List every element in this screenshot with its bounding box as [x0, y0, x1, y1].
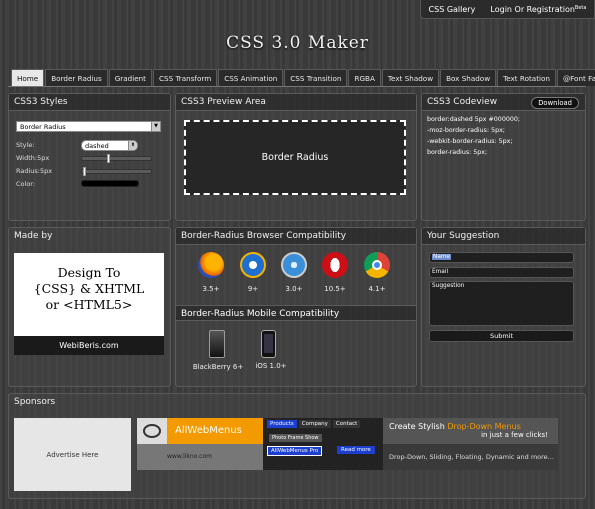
- tab-css-animation[interactable]: CSS Animation: [218, 69, 284, 86]
- tab-box-shadow[interactable]: Box Shadow: [440, 69, 497, 86]
- blackberry-icon: [209, 330, 225, 358]
- safari-version: 3.0+: [285, 285, 303, 293]
- advertise-here-slot[interactable]: Advertise Here: [14, 418, 131, 491]
- email-field[interactable]: Email: [429, 267, 574, 278]
- compat-panel: Border-Radius Browser Compatibility 3.5+…: [175, 227, 417, 387]
- opera-icon: [322, 252, 348, 278]
- iphone-icon: [261, 330, 276, 358]
- tab-gradient[interactable]: Gradient: [108, 69, 153, 86]
- width-slider-handle[interactable]: [107, 154, 111, 163]
- banner-menu-item: Photo Frame Show: [269, 434, 322, 442]
- code-line: border-radius: 5px;: [427, 149, 488, 156]
- download-button[interactable]: Download: [531, 97, 579, 109]
- tab-font-face[interactable]: @Font Face: [556, 69, 595, 86]
- ios-version: iOS 1.0+: [255, 362, 287, 370]
- firefox-icon: [198, 252, 224, 278]
- suggestion-field[interactable]: Suggestion: [429, 281, 574, 326]
- allwebmenus-banner[interactable]: AllWebMenus Products Company Contact Pho…: [137, 418, 558, 470]
- tab-css-transform[interactable]: CSS Transform: [153, 69, 218, 86]
- tab-home[interactable]: Home: [11, 69, 45, 86]
- tab-divider: [8, 86, 586, 87]
- madeby-title: Made by: [14, 231, 53, 241]
- chevron-down-icon: ▼: [151, 122, 160, 131]
- sponsors-title: Sponsors: [14, 397, 56, 407]
- allwebmenus-logo-icon: [137, 418, 167, 444]
- codeview-panel: CSS3 Codeview Download border:dashed 5px…: [421, 93, 586, 221]
- preview-title: CSS3 Preview Area: [176, 94, 416, 111]
- login-link[interactable]: Login Or RegistrationBeta: [490, 5, 586, 14]
- tab-bar: Home Border Radius Gradient CSS Transfor…: [11, 69, 595, 86]
- beta-badge: Beta: [574, 4, 587, 11]
- styles-panel: CSS3 Styles Border Radius ▼ Style: dashed…: [8, 93, 171, 221]
- tab-css-transition[interactable]: CSS Transition: [284, 69, 348, 86]
- banner-menu-item: Company: [298, 420, 331, 428]
- banner-menu-item: Products: [267, 420, 297, 428]
- tab-border-radius[interactable]: Border Radius: [45, 69, 108, 86]
- firefox-version: 3.5+: [202, 285, 220, 293]
- tab-text-shadow[interactable]: Text Shadow: [381, 69, 440, 86]
- tab-rgba[interactable]: RGBA: [348, 69, 381, 86]
- banner-tagline: Drop-Down, Sliding, Floating, Dynamic an…: [383, 444, 558, 470]
- submit-button[interactable]: Submit: [429, 330, 574, 342]
- name-field[interactable]: Name: [429, 252, 574, 263]
- code-line: -moz-border-radius: 5px;: [427, 127, 505, 134]
- banner-headline: Create Stylish Drop-Down Menus in just a…: [383, 418, 558, 444]
- ie-icon: [240, 252, 266, 278]
- preview-box: Border Radius: [184, 120, 406, 195]
- style-label: Style:: [16, 141, 35, 149]
- blackberry-version: BlackBerry 6+: [192, 363, 244, 371]
- radius-slider[interactable]: [81, 167, 152, 176]
- banner-menu-item: AllWebMenus Pro: [267, 446, 323, 456]
- property-select[interactable]: Border Radius ▼: [16, 121, 161, 132]
- sponsors-panel: Sponsors Advertise Here AllWebMenus Prod…: [8, 393, 586, 499]
- webiberis-badge[interactable]: Design To {CSS} & XHTML or <HTML5> WebiB…: [14, 253, 164, 355]
- banner-url: www.likno.com: [137, 444, 263, 470]
- allwebmenus-brand: AllWebMenus: [167, 418, 263, 444]
- suggestion-title: Your Suggestion: [422, 228, 585, 245]
- badge-line: {CSS} & XHTML: [33, 281, 145, 296]
- badge-line: Design To: [57, 265, 121, 280]
- width-slider[interactable]: [81, 154, 152, 163]
- styles-title: CSS3 Styles: [9, 94, 170, 111]
- opera-version: 10.5+: [324, 285, 346, 293]
- read-more-link: Read more: [337, 446, 375, 454]
- ie-version: 9+: [247, 285, 259, 293]
- css-gallery-link[interactable]: CSS Gallery: [429, 5, 476, 14]
- account-bar: CSS Gallery Login Or RegistrationBeta: [420, 0, 595, 19]
- code-line: -webkit-border-radius: 5px;: [427, 138, 513, 145]
- madeby-panel: Made by Design To {CSS} & XHTML or <HTML…: [8, 227, 171, 387]
- color-picker[interactable]: [81, 180, 139, 187]
- suggestion-panel: Your Suggestion Name Email Suggestion Su…: [421, 227, 586, 387]
- radius-label: Radius:5px: [16, 167, 53, 175]
- radius-slider-handle[interactable]: [83, 167, 87, 176]
- chrome-icon: [364, 252, 390, 278]
- safari-icon: [281, 252, 307, 278]
- code-line: border:dashed 5px #000000;: [427, 116, 520, 123]
- code-output[interactable]: border:dashed 5px #000000; -moz-border-r…: [422, 111, 585, 161]
- preview-panel: CSS3 Preview Area Border Radius: [175, 93, 417, 221]
- badge-line: or <HTML5>: [45, 297, 133, 312]
- badge-footer: WebiBeris.com: [14, 336, 164, 355]
- mobile-compat-title: Border-Radius Mobile Compatibility: [176, 305, 416, 321]
- chevron-down-icon: ⬍: [128, 141, 137, 150]
- chrome-version: 4.1+: [368, 285, 386, 293]
- banner-menu-item: Contact: [332, 420, 361, 428]
- color-label: Color:: [16, 180, 36, 188]
- site-logo[interactable]: CSS 3.0 Maker: [0, 33, 595, 53]
- width-label: Width:5px: [16, 154, 50, 162]
- tab-text-rotation[interactable]: Text Rotation: [497, 69, 556, 86]
- style-select[interactable]: dashed ⬍: [81, 140, 138, 151]
